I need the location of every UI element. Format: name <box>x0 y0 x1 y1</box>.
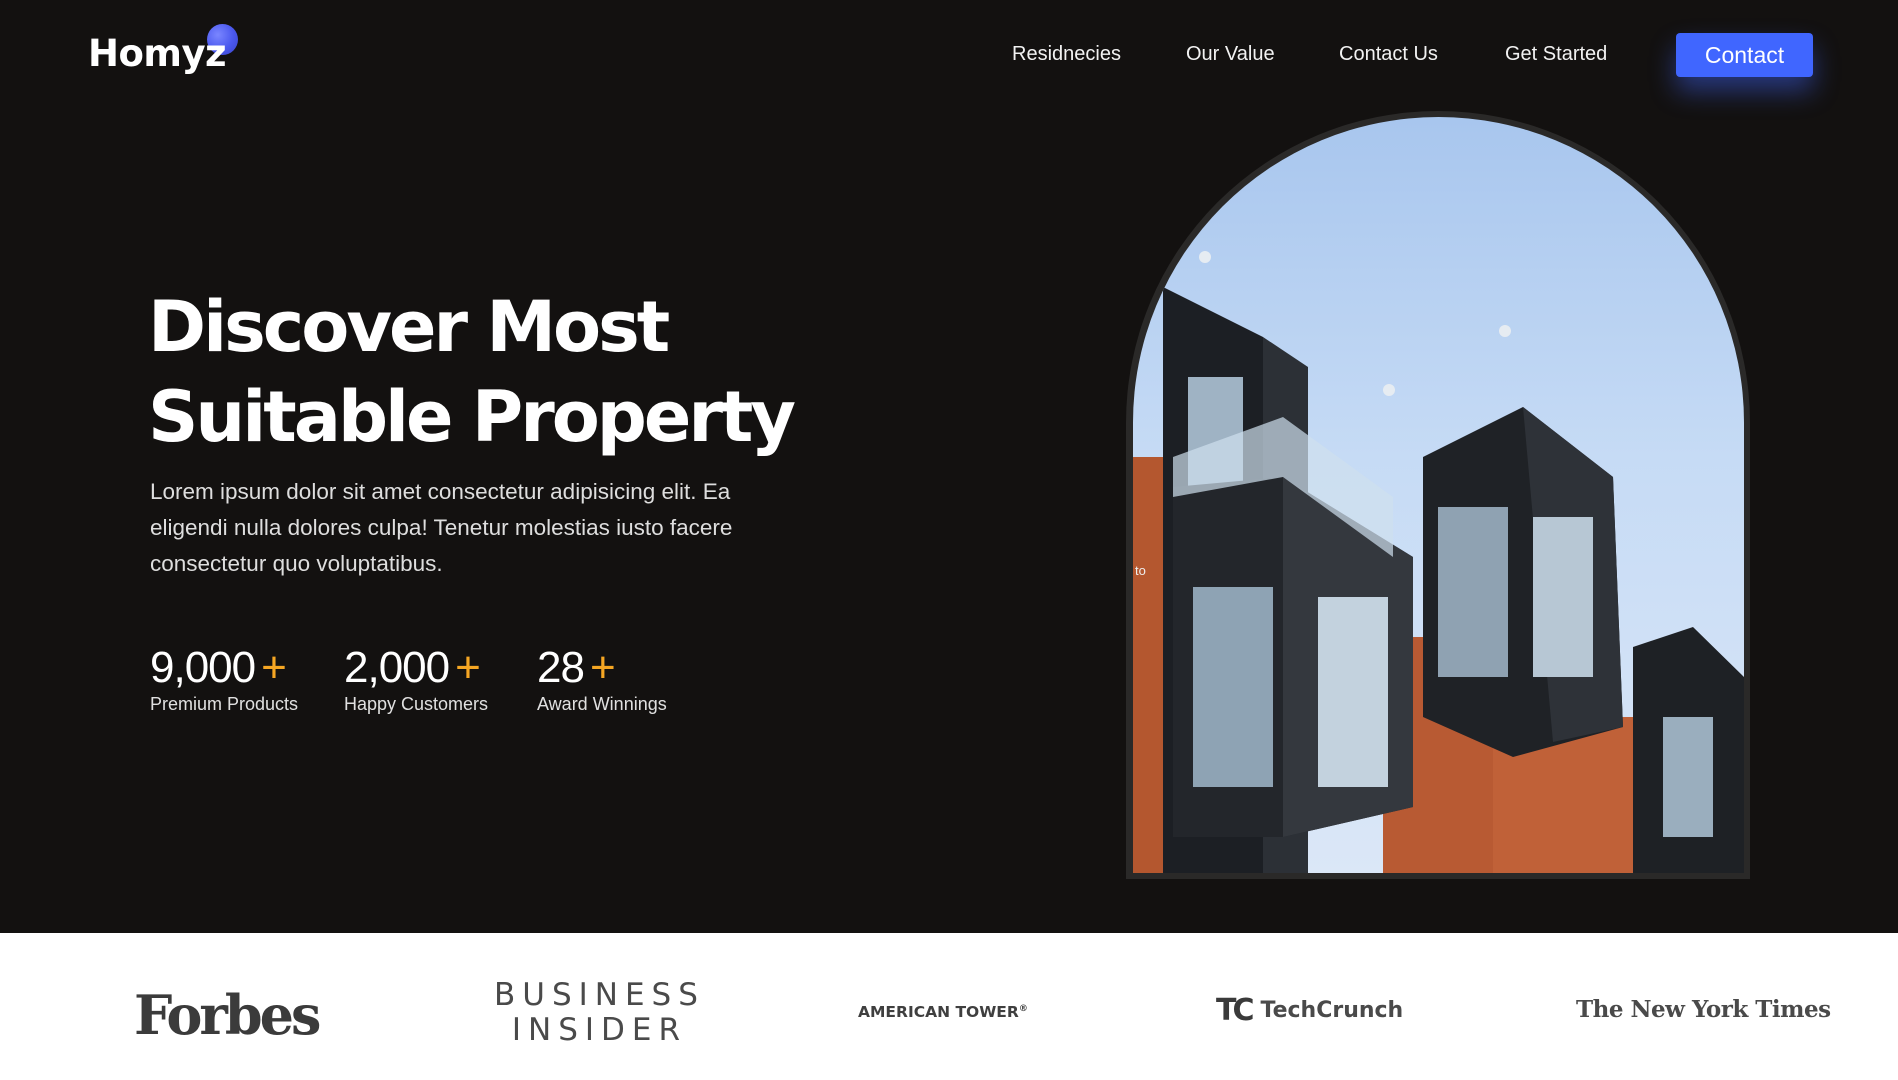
hero-description: Lorem ipsum dolor sit amet consectetur a… <box>150 479 733 576</box>
registered-mark: ® <box>1018 1003 1028 1014</box>
plus-icon: + <box>455 643 481 692</box>
nav-our-value[interactable]: Our Value <box>1186 43 1275 66</box>
stat-value: 28 <box>537 643 585 692</box>
techcrunch-logo: TC TechCrunch <box>1216 993 1403 1028</box>
forbes-logo: Forbes <box>134 983 321 1047</box>
nav-residencies[interactable]: Residnecies <box>1012 43 1121 66</box>
stat-premium-products: 9,000 + Premium Products <box>150 640 298 715</box>
american-tower-logo: AMERICAN TOWER® <box>858 1003 1028 1021</box>
business-insider-logo: BUSINESS INSIDER <box>494 978 705 1048</box>
stat-value: 2,000 <box>344 643 450 692</box>
stat-label: Happy Customers <box>344 694 489 714</box>
nyt-logo: The New York Times <box>1576 996 1831 1023</box>
business-insider-line-1: BUSINESS <box>494 977 705 1013</box>
stat-label: Award Winnings <box>537 694 667 714</box>
techcrunch-mark-icon: TC <box>1216 993 1255 1028</box>
site-header: Homyz Residnecies Our Value Contact Us G… <box>0 0 1898 110</box>
plus-icon: + <box>589 643 616 692</box>
nav-get-started[interactable]: Get Started <box>1505 43 1607 66</box>
stat-award-winnings: 28 + Award Winnings <box>537 640 667 715</box>
american-tower-text: AMERICAN TOWER <box>858 1003 1019 1021</box>
partner-logos-strip: Forbes BUSINESS INSIDER AMERICAN TOWER® … <box>0 933 1898 1080</box>
hero-title-line-1: Discover Most <box>148 286 670 368</box>
stat-label: Premium Products <box>150 694 299 714</box>
stat-value: 9,000 <box>150 643 256 692</box>
techcrunch-text: TechCrunch <box>1260 998 1404 1023</box>
hero-title-line-2: Suitable Property <box>148 376 796 458</box>
business-insider-line-2: INSIDER <box>511 1012 688 1048</box>
stat-happy-customers: 2,000 + Happy Customers <box>344 640 488 715</box>
hero-title: Discover Most Suitable Property <box>148 282 796 462</box>
plus-icon: + <box>261 643 287 692</box>
contact-button[interactable]: Contact <box>1676 33 1813 77</box>
image-overlay-text: to <box>1135 563 1146 578</box>
nav-contact-us[interactable]: Contact Us <box>1339 43 1438 66</box>
hero-building-image: to <box>1133 117 1744 873</box>
logo[interactable]: Homyz <box>88 32 227 75</box>
